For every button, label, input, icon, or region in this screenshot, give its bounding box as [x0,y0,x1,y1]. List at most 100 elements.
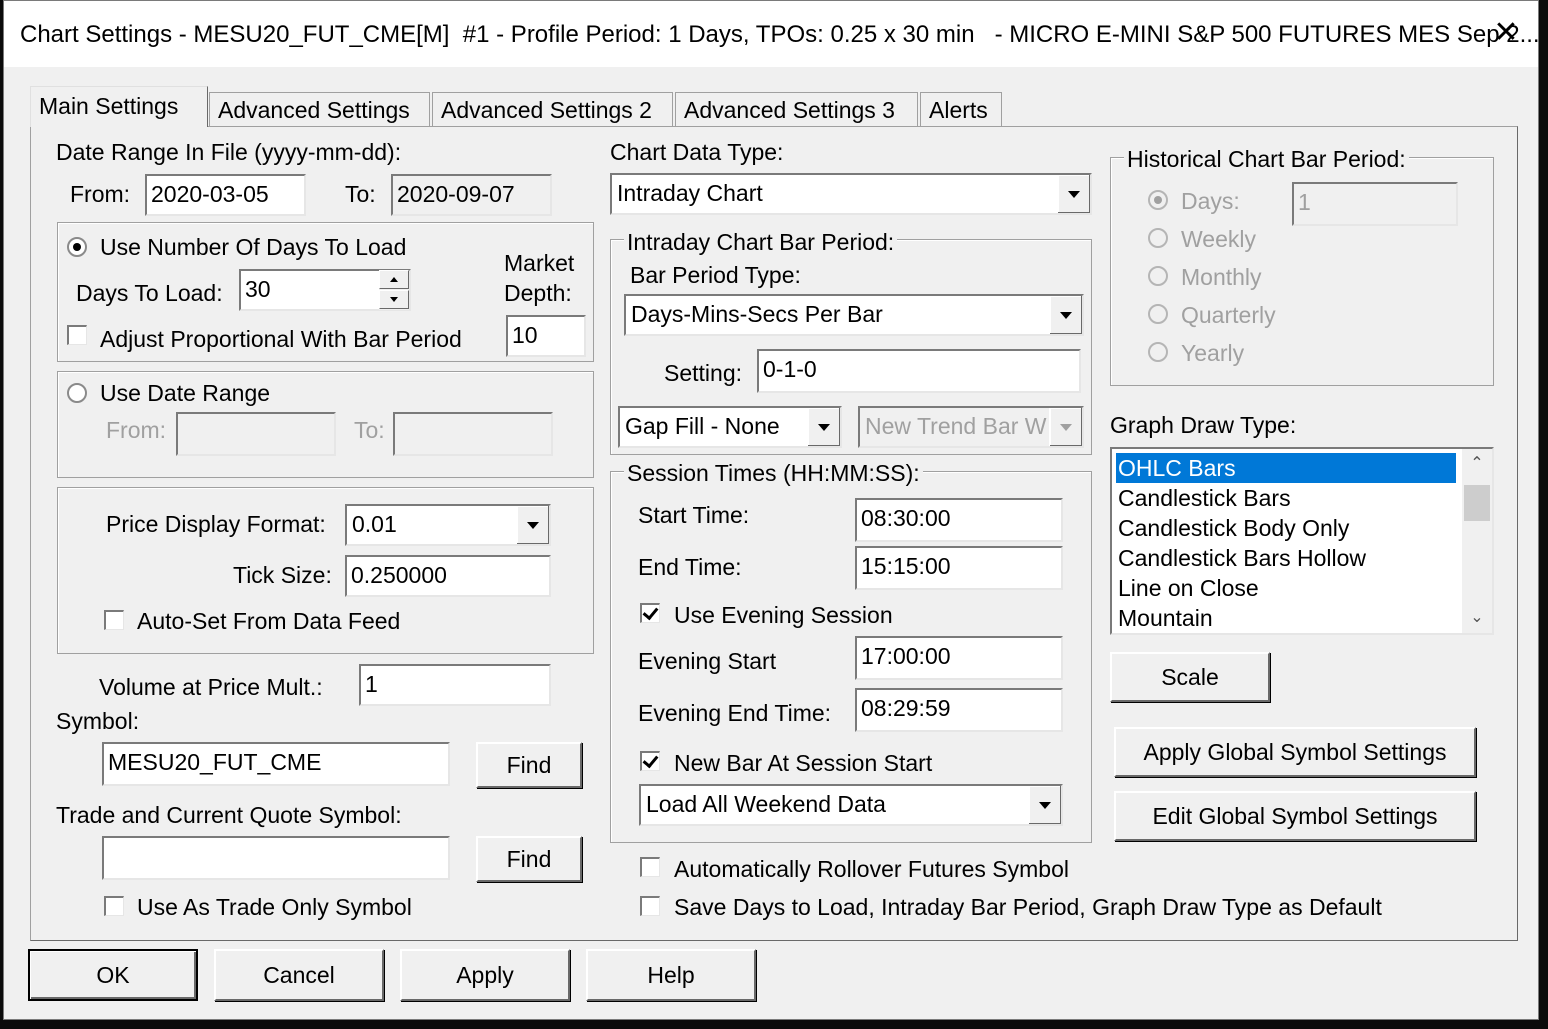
auto-rollover-checkbox[interactable] [640,857,660,877]
hist-monthly-radio[interactable] [1148,266,1168,286]
adjust-proportional-checkbox[interactable] [67,325,87,345]
evening-end-field[interactable]: 08:29:59 [855,688,1063,732]
chevron-down-icon[interactable] [807,408,840,446]
evening-session-checkbox[interactable] [640,603,660,623]
start-time-field[interactable]: 08:30:00 [855,498,1063,542]
file-to-label: To: [345,181,376,207]
range-to-label: To: [354,417,385,443]
bar-period-type-select[interactable]: Days-Mins-Secs Per Bar [624,294,1084,336]
price-format-select[interactable]: 0.01 [345,504,551,546]
use-date-range-label: Use Date Range [100,380,271,406]
hist-days-field[interactable]: 1 [1292,182,1458,226]
list-item[interactable]: Line on Close [1116,573,1259,603]
ok-label: OK [96,962,130,988]
title-bar[interactable]: Chart Settings - MESU20_FUT_CME[M] #1 - … [4,1,1540,67]
tick-size-label: Tick Size: [233,562,332,588]
bar-period-type-label: Bar Period Type: [630,262,801,288]
apply-label: Apply [456,962,514,988]
trade-symbol-label: Trade and Current Quote Symbol: [56,802,402,828]
chevron-down-icon[interactable] [1057,175,1090,213]
graph-draw-type-list[interactable]: OHLC Bars Candlestick Bars Candlestick B… [1110,447,1494,635]
list-scrollbar[interactable]: ⌃ ⌄ [1462,449,1492,633]
chevron-down-icon[interactable] [1028,786,1061,824]
graph-draw-type-label: Graph Draw Type: [1110,412,1297,438]
evening-start-label: Evening Start [638,648,777,674]
market-depth-field[interactable]: 10 [506,315,586,357]
range-from-label: From: [106,417,167,443]
price-format-label: Price Display Format: [106,511,326,537]
use-days-label: Use Number Of Days To Load [100,234,407,260]
tab-alerts[interactable]: Alerts [920,92,1002,126]
use-days-radio[interactable] [67,237,87,257]
tick-size-field[interactable]: 0.250000 [345,555,551,597]
tab-advanced-settings[interactable]: Advanced Settings [209,92,430,126]
session-group-legend: Session Times (HH:MM:SS): [624,459,923,487]
tab-main-settings[interactable]: Main Settings [30,86,208,127]
scroll-up-icon[interactable]: ⌃ [1462,449,1492,479]
list-item[interactable]: Candlestick Bars Hollow [1116,543,1366,573]
trade-only-checkbox[interactable] [104,896,124,916]
file-to-field[interactable]: 2020-09-07 [391,174,552,216]
auto-rollover-label: Automatically Rollover Futures Symbol [674,856,1069,882]
hist-quarterly-radio[interactable] [1148,304,1168,324]
weekend-data-value: Load All Weekend Data [646,791,886,817]
new-trend-bar-select[interactable]: New Trend Bar W [858,406,1084,448]
list-item[interactable]: OHLC Bars [1116,453,1456,483]
chart-data-type-label: Chart Data Type: [610,139,784,165]
list-item[interactable]: Mountain [1116,603,1213,633]
new-bar-session-checkbox[interactable] [640,751,660,771]
evening-start-field[interactable]: 17:00:00 [855,636,1063,680]
scroll-thumb[interactable] [1464,485,1490,521]
chevron-down-icon[interactable] [516,506,549,544]
symbol-find-button[interactable]: Find [476,742,582,788]
tab-advanced-settings-2[interactable]: Advanced Settings 2 [432,92,673,126]
days-spinner[interactable] [379,270,409,310]
scroll-down-icon[interactable]: ⌄ [1462,603,1492,633]
file-from-field[interactable]: 2020-03-05 [145,174,306,216]
help-button[interactable]: Help [586,949,756,1001]
volume-mult-field[interactable]: 1 [359,664,551,706]
trade-symbol-find-button[interactable]: Find [476,836,582,882]
symbol-field[interactable]: MESU20_FUT_CME [102,742,450,786]
apply-button[interactable]: Apply [400,949,570,1001]
apply-global-settings-button[interactable]: Apply Global Symbol Settings [1114,727,1476,777]
chevron-down-icon[interactable] [1049,296,1082,334]
trade-only-label: Use As Trade Only Symbol [137,894,412,920]
chevron-down-icon[interactable] [1049,408,1082,446]
ok-button[interactable]: OK [28,949,198,1001]
end-time-field[interactable]: 15:15:00 [855,546,1063,590]
setting-field[interactable]: 0-1-0 [757,349,1081,393]
apply-global-label: Apply Global Symbol Settings [1143,739,1447,765]
date-range-heading: Date Range In File (yyyy-mm-dd): [56,139,402,165]
hist-days-radio[interactable] [1148,190,1168,210]
new-bar-session-label: New Bar At Session Start [674,750,933,776]
hist-weekly-radio[interactable] [1148,228,1168,248]
list-item[interactable]: Candlestick Body Only [1116,513,1349,543]
tab-advanced-settings-3[interactable]: Advanced Settings 3 [675,92,918,126]
list-item[interactable]: Candlestick Bars [1116,483,1291,513]
auto-set-checkbox[interactable] [104,610,124,630]
trade-symbol-field[interactable] [102,836,450,880]
spin-down-icon[interactable] [379,290,409,309]
scale-button[interactable]: Scale [1110,652,1270,702]
spin-up-icon[interactable] [379,270,409,289]
edit-global-label: Edit Global Symbol Settings [1152,803,1438,829]
weekend-data-select[interactable]: Load All Weekend Data [639,784,1063,826]
cancel-label: Cancel [263,962,335,988]
close-icon[interactable]: ✕ [1484,11,1528,55]
cancel-button[interactable]: Cancel [214,949,384,1001]
save-default-checkbox[interactable] [640,896,660,916]
chart-data-type-value: Intraday Chart [617,180,763,206]
hist-yearly-radio[interactable] [1148,342,1168,362]
adjust-proportional-label: Adjust Proportional With Bar Period [100,326,462,352]
chart-data-type-select[interactable]: Intraday Chart [610,173,1092,215]
edit-global-settings-button[interactable]: Edit Global Symbol Settings [1114,791,1476,841]
scale-label: Scale [1161,664,1219,690]
gap-fill-select[interactable]: Gap Fill - None [618,406,842,448]
range-from-field[interactable] [176,412,336,456]
window-title: Chart Settings - MESU20_FUT_CME[M] #1 - … [20,21,1540,48]
range-to-field[interactable] [393,412,553,456]
intraday-group-legend: Intraday Chart Bar Period: [624,228,898,256]
volume-mult-label: Volume at Price Mult.: [99,674,323,700]
use-date-range-radio[interactable] [67,383,87,403]
